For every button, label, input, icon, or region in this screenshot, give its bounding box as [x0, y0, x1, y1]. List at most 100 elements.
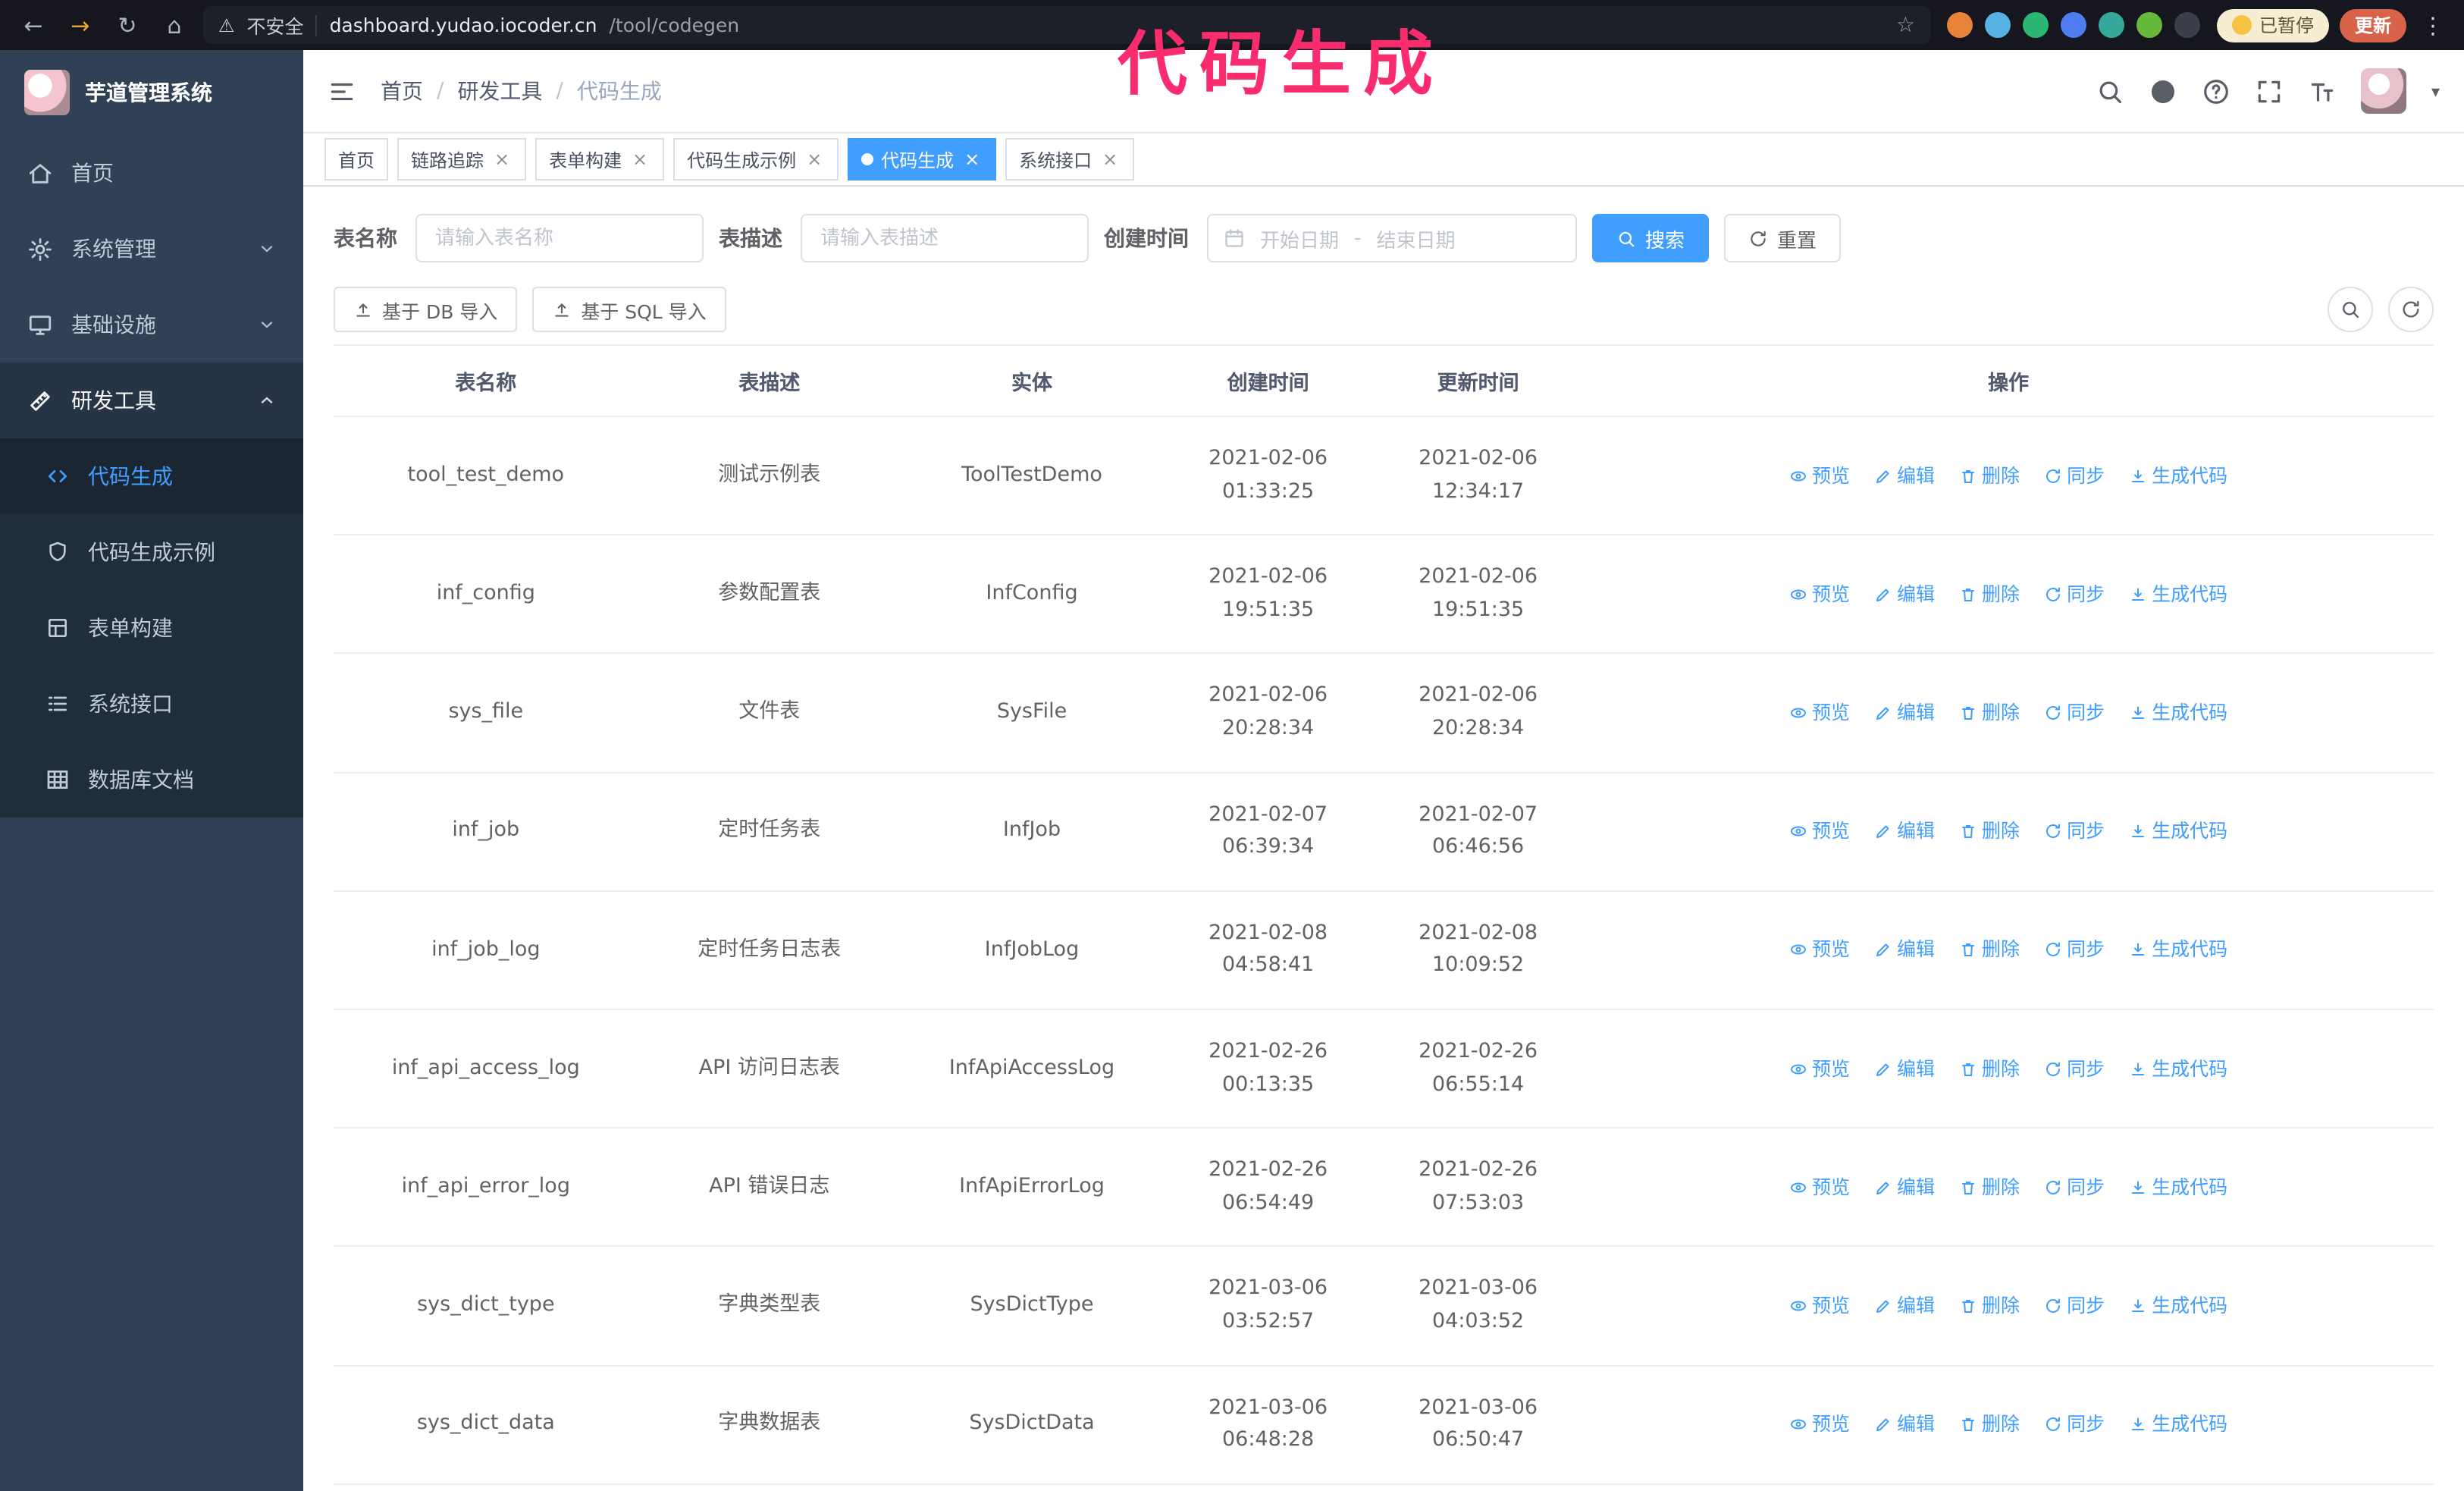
back-icon[interactable]: ←	[15, 7, 52, 43]
sidebar-item-system[interactable]: 系统管理	[0, 211, 303, 287]
generate-code-link[interactable]: 生成代码	[2129, 1291, 2227, 1321]
delete-link[interactable]: 删除	[1959, 460, 2020, 491]
sidebar-item-codegen[interactable]: 代码生成	[0, 438, 303, 514]
sidebar-item-db-doc[interactable]: 数据库文档	[0, 742, 303, 818]
paused-badge[interactable]: 已暂停	[2216, 8, 2329, 42]
toggle-search-button[interactable]	[2328, 287, 2373, 332]
edit-link[interactable]: 编辑	[1874, 460, 1935, 491]
breadcrumb-devtools[interactable]: 研发工具	[457, 76, 542, 106]
bookmark-star-icon[interactable]: ☆	[1896, 13, 1915, 37]
tag-system-api[interactable]: 系统接口 ×	[1005, 138, 1135, 180]
date-range-picker[interactable]: 开始日期 - 结束日期	[1207, 214, 1577, 262]
sync-link[interactable]: 同步	[2044, 816, 2105, 846]
delete-link[interactable]: 删除	[1959, 579, 2020, 610]
tag-form-builder[interactable]: 表单构建 ×	[535, 138, 665, 180]
sidebar-item-devtools[interactable]: 研发工具	[0, 363, 303, 438]
edit-link[interactable]: 编辑	[1874, 1053, 1935, 1084]
delete-link[interactable]: 删除	[1959, 1409, 2020, 1439]
edit-link[interactable]: 编辑	[1874, 1291, 1935, 1321]
reload-icon[interactable]: ↻	[109, 7, 146, 43]
extension-icon-fox[interactable]	[1946, 12, 1973, 38]
user-avatar[interactable]	[2361, 68, 2407, 114]
sync-link[interactable]: 同步	[2044, 1172, 2105, 1202]
preview-link[interactable]: 预览	[1789, 1053, 1850, 1084]
sync-link[interactable]: 同步	[2044, 935, 2105, 965]
font-size-icon[interactable]	[2309, 77, 2337, 105]
url-bar[interactable]: ⚠ 不安全 dashboard.yudao.iocoder.cn /tool/c…	[203, 6, 1930, 44]
reset-button[interactable]: 重置	[1724, 214, 1842, 262]
preview-link[interactable]: 预览	[1789, 935, 1850, 965]
browser-menu-icon[interactable]: ⋮	[2417, 11, 2449, 39]
generate-code-link[interactable]: 生成代码	[2129, 460, 2227, 491]
delete-link[interactable]: 删除	[1959, 816, 2020, 846]
delete-link[interactable]: 删除	[1959, 935, 2020, 965]
generate-code-link[interactable]: 生成代码	[2129, 698, 2227, 728]
delete-link[interactable]: 删除	[1959, 1172, 2020, 1202]
import-db-button[interactable]: 基于 DB 导入	[334, 287, 518, 332]
sync-link[interactable]: 同步	[2044, 460, 2105, 491]
search-button[interactable]: 搜索	[1592, 214, 1710, 262]
close-icon[interactable]: ×	[961, 149, 983, 170]
table-desc-input[interactable]	[801, 214, 1089, 262]
delete-link[interactable]: 删除	[1959, 1291, 2020, 1321]
edit-link[interactable]: 编辑	[1874, 1409, 1935, 1439]
sync-link[interactable]: 同步	[2044, 698, 2105, 728]
close-icon[interactable]: ×	[491, 149, 513, 170]
close-icon[interactable]: ×	[1099, 149, 1121, 170]
search-icon[interactable]	[2096, 77, 2125, 105]
refresh-table-button[interactable]	[2388, 287, 2434, 332]
help-icon[interactable]	[2202, 77, 2231, 105]
sidebar-item-infra[interactable]: 基础设施	[0, 287, 303, 363]
sidebar-item-system-api[interactable]: 系统接口	[0, 666, 303, 742]
generate-code-link[interactable]: 生成代码	[2129, 816, 2227, 846]
preview-link[interactable]: 预览	[1789, 698, 1850, 728]
breadcrumb-home[interactable]: 首页	[381, 76, 423, 106]
tag-home[interactable]: 首页	[324, 138, 389, 180]
preview-link[interactable]: 预览	[1789, 1409, 1850, 1439]
close-icon[interactable]: ×	[804, 149, 825, 170]
extension-icon-people[interactable]	[2060, 12, 2086, 38]
update-button[interactable]: 更新	[2339, 8, 2406, 42]
preview-link[interactable]: 预览	[1789, 579, 1850, 610]
close-icon[interactable]: ×	[629, 149, 650, 170]
delete-link[interactable]: 删除	[1959, 1053, 2020, 1084]
sidebar-fold-icon[interactable]	[328, 77, 356, 105]
caret-down-icon[interactable]: ▾	[2431, 81, 2440, 101]
forward-icon[interactable]: →	[62, 7, 99, 43]
edit-link[interactable]: 编辑	[1874, 935, 1935, 965]
sidebar-item-home[interactable]: 首页	[0, 135, 303, 211]
tag-codegen[interactable]: 代码生成 ×	[848, 138, 997, 180]
fullscreen-icon[interactable]	[2256, 77, 2284, 105]
generate-code-link[interactable]: 生成代码	[2129, 1409, 2227, 1439]
edit-link[interactable]: 编辑	[1874, 579, 1935, 610]
preview-link[interactable]: 预览	[1789, 816, 1850, 846]
browser-home-icon[interactable]: ⌂	[156, 7, 193, 43]
edit-link[interactable]: 编辑	[1874, 698, 1935, 728]
github-icon[interactable]	[2149, 77, 2178, 105]
preview-link[interactable]: 预览	[1789, 460, 1850, 491]
import-sql-button[interactable]: 基于 SQL 导入	[532, 287, 726, 332]
sidebar-item-form-builder[interactable]: 表单构建	[0, 590, 303, 666]
extension-icon-leaf[interactable]	[2136, 12, 2162, 38]
sync-link[interactable]: 同步	[2044, 1053, 2105, 1084]
sync-link[interactable]: 同步	[2044, 579, 2105, 610]
generate-code-link[interactable]: 生成代码	[2129, 1053, 2227, 1084]
extension-icon-translate[interactable]	[2098, 12, 2124, 38]
sync-link[interactable]: 同步	[2044, 1291, 2105, 1321]
sync-link[interactable]: 同步	[2044, 1409, 2105, 1439]
edit-link[interactable]: 编辑	[1874, 816, 1935, 846]
edit-link[interactable]: 编辑	[1874, 1172, 1935, 1202]
preview-link[interactable]: 预览	[1789, 1291, 1850, 1321]
table-name-input[interactable]	[415, 214, 704, 262]
extension-icon-puzzle[interactable]	[2174, 12, 2200, 38]
delete-link[interactable]: 删除	[1959, 698, 2020, 728]
generate-code-link[interactable]: 生成代码	[2129, 1172, 2227, 1202]
sidebar-item-codegen-example[interactable]: 代码生成示例	[0, 514, 303, 590]
tag-codegen-example[interactable]: 代码生成示例 ×	[673, 138, 839, 180]
extension-icon-v[interactable]	[2022, 12, 2049, 38]
generate-code-link[interactable]: 生成代码	[2129, 935, 2227, 965]
generate-code-link[interactable]: 生成代码	[2129, 579, 2227, 610]
tag-tracing[interactable]: 链路追踪 ×	[397, 138, 527, 180]
preview-link[interactable]: 预览	[1789, 1172, 1850, 1202]
extension-icon-drop[interactable]	[1984, 12, 2011, 38]
